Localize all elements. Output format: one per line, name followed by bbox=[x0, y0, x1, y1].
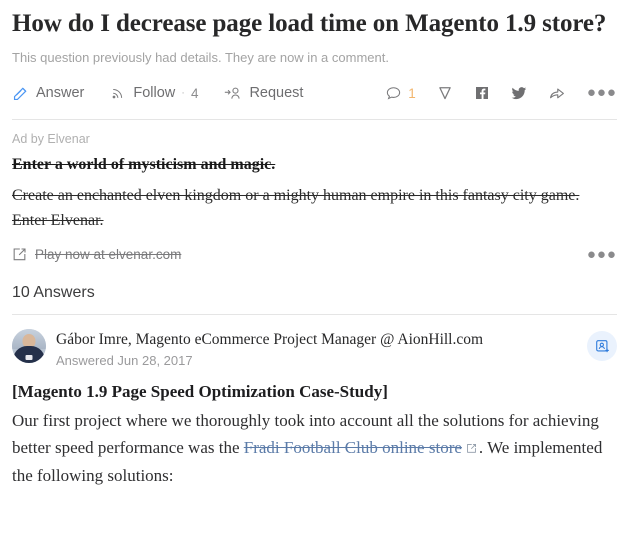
pencil-icon bbox=[12, 85, 29, 102]
question-action-bar: Answer Follow · 4 Request 1 ●●● bbox=[12, 79, 617, 107]
rss-icon bbox=[110, 85, 126, 101]
question-subtitle: This question previously had details. Th… bbox=[12, 50, 389, 65]
answer-button-label: Answer bbox=[36, 85, 85, 101]
comment-button[interactable]: 1 bbox=[385, 85, 416, 102]
author-block: Gábor Imre, Magento eCommerce Project Ma… bbox=[56, 329, 587, 368]
question-more-menu-button[interactable]: ●●● bbox=[586, 84, 617, 101]
primary-actions: Answer Follow · 4 Request bbox=[12, 85, 303, 102]
comment-count: 1 bbox=[408, 85, 416, 101]
share-arrow-icon bbox=[548, 84, 567, 102]
ad-footer: Play now at elvenar.com ●●● bbox=[12, 247, 617, 262]
ad-body-text: Create an enchanted elven kingdom or a m… bbox=[12, 187, 580, 229]
answer-date: Answered Jun 28, 2017 bbox=[56, 353, 193, 368]
ad-sponsor-label: Ad by Elvenar bbox=[12, 132, 90, 146]
answer-item: Gábor Imre, Magento eCommerce Project Ma… bbox=[12, 315, 617, 489]
avatar[interactable] bbox=[12, 329, 46, 363]
answer-inline-link[interactable]: Fradi Football Club online store bbox=[244, 438, 462, 457]
answer-body: [Magento 1.9 Page Speed Optimization Cas… bbox=[12, 380, 617, 489]
request-person-icon bbox=[224, 85, 242, 102]
downvote-arrow-icon bbox=[436, 84, 454, 102]
secondary-actions: 1 ●●● bbox=[385, 84, 617, 102]
answer-heading: [Magento 1.9 Page Speed Optimization Cas… bbox=[12, 382, 388, 401]
facebook-icon bbox=[474, 85, 490, 101]
more-horizontal-icon: ●●● bbox=[586, 84, 617, 101]
comment-bubble-icon bbox=[385, 85, 402, 102]
follow-button-label: Follow bbox=[133, 85, 176, 101]
page-title: How do I decrease page load time on Mage… bbox=[12, 10, 607, 37]
ad-cta-link[interactable]: Play now at elvenar.com bbox=[35, 247, 181, 262]
request-button[interactable]: Request bbox=[224, 85, 303, 102]
answers-count-header: 10 Answers bbox=[12, 284, 95, 301]
answer-author-name[interactable]: Gábor Imre, Magento eCommerce Project Ma… bbox=[56, 330, 587, 349]
facebook-share-button[interactable] bbox=[474, 85, 490, 101]
external-link-icon bbox=[12, 247, 27, 262]
quora-question-page: How do I decrease page load time on Mage… bbox=[0, 8, 629, 535]
external-link-icon bbox=[466, 435, 477, 462]
follow-count: 4 bbox=[190, 85, 199, 101]
downvote-button[interactable] bbox=[436, 84, 454, 102]
share-button[interactable] bbox=[548, 84, 567, 102]
answer-button[interactable]: Answer bbox=[12, 85, 84, 102]
answer-author-row: Gábor Imre, Magento eCommerce Project Ma… bbox=[12, 329, 617, 368]
add-person-card-icon bbox=[594, 338, 611, 355]
follow-user-button[interactable] bbox=[587, 331, 617, 361]
ad-headline[interactable]: Enter a world of mysticism and magic. bbox=[12, 155, 617, 175]
follow-separator: · bbox=[181, 87, 185, 99]
twitter-icon bbox=[510, 84, 528, 102]
follow-button[interactable]: Follow · 4 bbox=[110, 85, 198, 101]
twitter-share-button[interactable] bbox=[510, 84, 528, 102]
ad-more-menu-button[interactable]: ●●● bbox=[587, 247, 617, 262]
answer-paragraph: Our first project where we thoroughly to… bbox=[12, 407, 612, 489]
request-button-label: Request bbox=[249, 85, 304, 101]
sponsored-ad-block: Ad by Elvenar Enter a world of mysticism… bbox=[12, 120, 617, 262]
